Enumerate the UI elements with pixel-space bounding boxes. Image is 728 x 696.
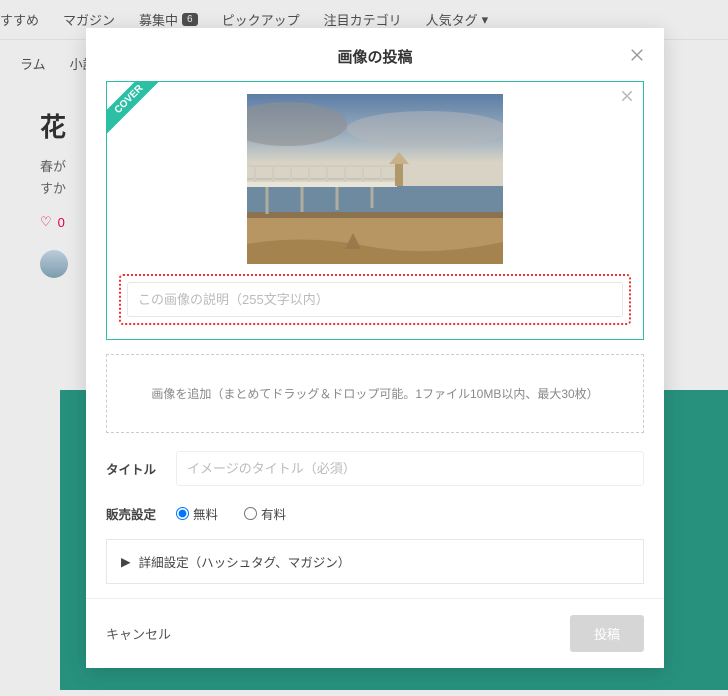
caption-highlight <box>119 274 631 325</box>
advanced-settings-toggle[interactable]: ▶ 詳細設定（ハッシュタグ、マガジン） <box>106 539 644 584</box>
cancel-button[interactable]: キャンセル <box>106 624 171 643</box>
submit-button[interactable]: 投稿 <box>570 615 644 652</box>
sale-free-option[interactable]: 無料 <box>176 504 218 523</box>
title-row: タイトル <box>106 451 644 486</box>
close-icon <box>628 46 646 64</box>
sale-label: 販売設定 <box>106 504 160 523</box>
image-post-modal: 画像の投稿 <box>86 28 664 668</box>
modal-header: 画像の投稿 <box>86 28 664 81</box>
close-icon <box>619 88 635 104</box>
modal-body: 画像を追加（まとめてドラッグ＆ドロップ可能。1ファイル10MB以内、最大30枚）… <box>86 81 664 598</box>
cover-ribbon <box>106 81 164 139</box>
caret-right-icon: ▶ <box>121 554 131 569</box>
sale-row: 販売設定 無料 有料 <box>106 504 644 523</box>
sale-paid-radio[interactable] <box>244 507 257 520</box>
remove-image-button[interactable] <box>619 88 635 109</box>
sale-free-radio[interactable] <box>176 507 189 520</box>
uploaded-image <box>247 94 503 264</box>
sale-paid-option[interactable]: 有料 <box>244 504 286 523</box>
image-dropzone[interactable]: 画像を追加（まとめてドラッグ＆ドロップ可能。1ファイル10MB以内、最大30枚） <box>106 354 644 433</box>
title-label: タイトル <box>106 459 160 478</box>
modal-title: 画像の投稿 <box>106 46 644 67</box>
caption-input[interactable] <box>127 282 623 317</box>
close-button[interactable] <box>628 46 646 69</box>
cover-image-card <box>106 81 644 340</box>
modal-footer: キャンセル 投稿 <box>86 598 664 668</box>
title-input[interactable] <box>176 451 644 486</box>
